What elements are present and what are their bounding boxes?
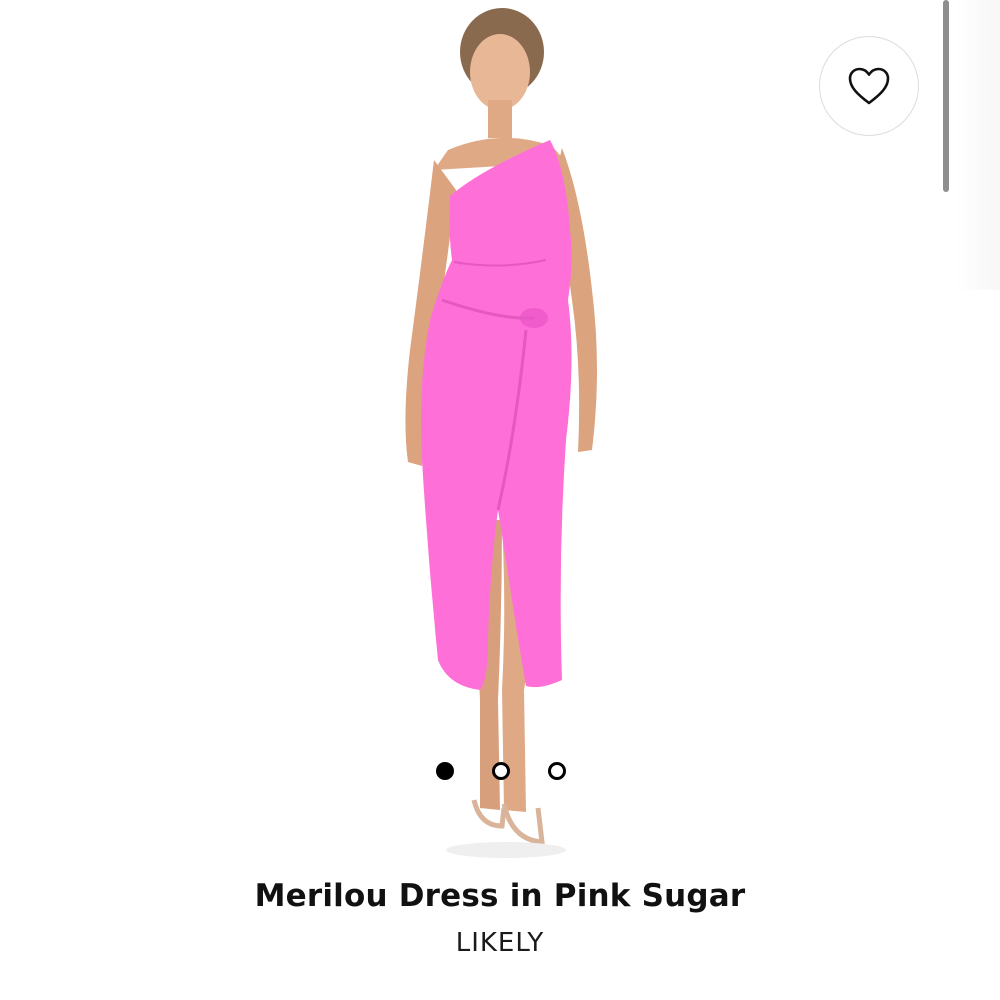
carousel-dot-3[interactable] (548, 762, 566, 780)
product-brand[interactable]: LIKELY (0, 928, 1000, 958)
carousel-dot-2[interactable] (492, 762, 510, 780)
scrollbar-thumb[interactable] (943, 0, 949, 192)
face (470, 34, 530, 110)
scrollbar-track (955, 0, 1000, 290)
carousel-dot-1[interactable] (436, 762, 454, 780)
product-image[interactable] (330, 0, 670, 870)
favorite-button[interactable] (819, 36, 919, 136)
product-title: Merilou Dress in Pink Sugar (254, 878, 746, 914)
heart-outline-icon (848, 67, 890, 105)
image-carousel-dots (0, 760, 1000, 784)
product-page: Merilou Dress in Pink Sugar LIKELY (0, 0, 1000, 1000)
